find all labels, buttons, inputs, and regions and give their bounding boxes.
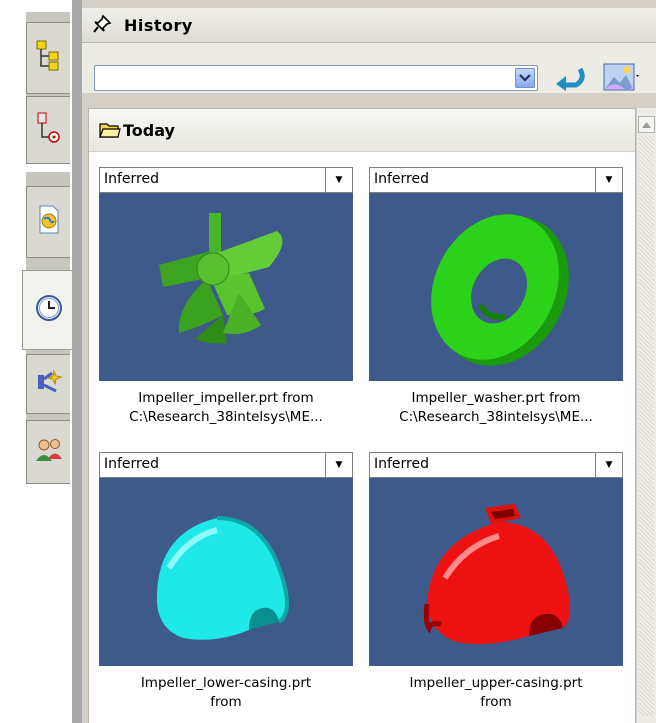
toolbar <box>82 43 656 93</box>
history-filter-combo[interactable] <box>94 65 538 91</box>
folder-icon <box>99 121 121 143</box>
chevron-down-icon[interactable]: ▼ <box>325 168 352 192</box>
item-caption[interactable]: Impeller_upper-casing.prt from <box>359 674 633 712</box>
history-filter-input[interactable] <box>99 67 513 91</box>
chevron-down-icon[interactable]: ▼ <box>595 168 622 192</box>
vertical-scrollbar[interactable] <box>636 108 656 723</box>
load-mode-select[interactable]: Inferred ▼ <box>99 167 353 193</box>
load-mode-value: Inferred <box>104 456 160 472</box>
group-header-today[interactable]: Today <box>89 109 635 152</box>
panel-title: History <box>124 16 193 35</box>
pushpin-icon[interactable] <box>92 14 112 38</box>
tab-assembly-navigator[interactable] <box>26 22 70 94</box>
part-thumbnail[interactable] <box>99 193 353 381</box>
chevron-down-icon[interactable] <box>515 68 535 88</box>
tab-roles[interactable] <box>26 420 70 484</box>
item-caption[interactable]: Impeller_washer.prt from C:\Research_38i… <box>359 389 633 427</box>
chevron-down-icon[interactable]: ▼ <box>325 453 352 477</box>
constraint-navigator-icon <box>34 111 64 149</box>
tab-web-browser[interactable] <box>26 186 70 258</box>
load-mode-select[interactable]: Inferred ▼ <box>369 167 623 193</box>
load-mode-value: Inferred <box>374 456 430 472</box>
back-arrow-icon[interactable] <box>550 65 588 95</box>
resource-bar <box>0 0 82 723</box>
web-browser-icon <box>35 204 63 240</box>
roles-icon <box>33 435 65 469</box>
group-title: Today <box>123 121 175 140</box>
history-clock-icon <box>34 293 64 327</box>
part-thumbnail[interactable] <box>369 193 623 381</box>
chevron-down-icon[interactable]: ▼ <box>595 453 622 477</box>
assembly-navigator-icon <box>34 39 64 77</box>
load-mode-select[interactable]: Inferred ▼ <box>369 452 623 478</box>
process-studio-icon <box>34 367 64 401</box>
load-mode-value: Inferred <box>374 171 430 187</box>
load-mode-select[interactable]: Inferred ▼ <box>99 452 353 478</box>
image-view-icon[interactable] <box>602 61 642 97</box>
scroll-track[interactable] <box>639 136 654 716</box>
part-thumbnail[interactable] <box>99 478 353 666</box>
panel-titlebar: History <box>82 8 656 43</box>
history-panel: History Today Inferred ▼ Impeller_impell… <box>82 0 656 723</box>
history-content: Today Inferred ▼ Impeller_impeller.prt f… <box>88 108 636 723</box>
item-caption[interactable]: Impeller_impeller.prt from C:\Research_3… <box>89 389 363 427</box>
tab-process-studio[interactable] <box>26 354 70 414</box>
scroll-up-button[interactable] <box>638 116 655 133</box>
tab-history[interactable] <box>22 270 74 350</box>
item-caption[interactable]: Impeller_lower-casing.prt from <box>89 674 363 712</box>
load-mode-value: Inferred <box>104 171 160 187</box>
tab-constraint-navigator[interactable] <box>26 96 70 164</box>
part-thumbnail[interactable] <box>369 478 623 666</box>
